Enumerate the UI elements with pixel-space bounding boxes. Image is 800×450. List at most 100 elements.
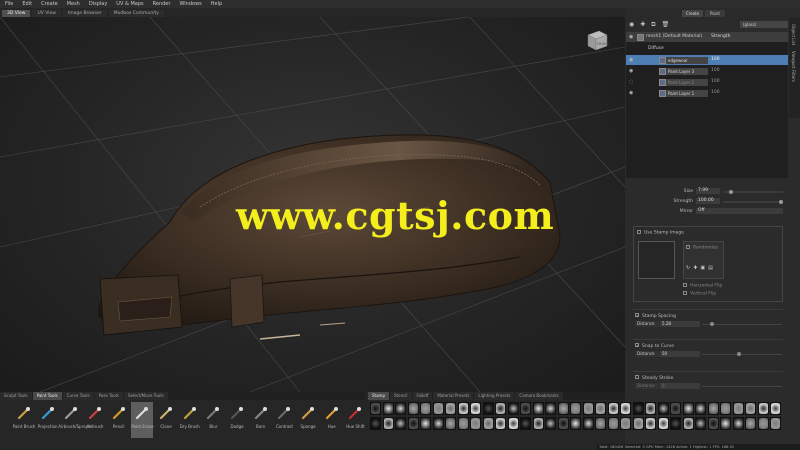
tool-airbrush-sprayer[interactable]: Airbrush/Sprayer [58, 402, 92, 438]
tool-burn[interactable]: Burn [250, 402, 272, 438]
stamp-thumbnail[interactable] [670, 402, 681, 415]
stamp-thumbnail[interactable] [582, 417, 594, 430]
stamp-thumbnail[interactable] [657, 402, 669, 415]
stamp-thumbnail[interactable] [507, 417, 519, 430]
stamp-thumbnail[interactable] [457, 417, 469, 430]
slider-knob[interactable] [729, 190, 733, 194]
stamp-thumbnail[interactable] [495, 417, 506, 430]
size-field[interactable]: 7.99 [696, 188, 720, 194]
stamp-action-icons[interactable]: ↻✚▣▤ [686, 265, 716, 271]
slider-knob[interactable] [779, 200, 783, 204]
tab-object-list[interactable]: Object List [791, 24, 796, 45]
stamp-thumbnail[interactable] [395, 417, 406, 430]
tab-viewport-filters[interactable]: Viewport Filters [791, 51, 796, 82]
duplicate-icon[interactable]: ⧉ [651, 21, 655, 29]
stamp-thumbnail[interactable] [545, 417, 556, 430]
snap-to-curve-value[interactable]: 50 [660, 351, 700, 357]
menu-item-uv-maps[interactable]: UV & Maps [116, 1, 143, 7]
shelf-tab-sculpt-tools[interactable]: Sculpt Tools [0, 392, 32, 400]
shelf-tab-select-move-tools[interactable]: Select/Move Tools [123, 392, 168, 400]
size-slider[interactable] [723, 190, 783, 194]
stamp-thumbnail[interactable] [370, 417, 381, 430]
stamp-thumbnail[interactable] [532, 402, 544, 415]
steady-stroke-checkbox[interactable]: Steady Stroke [635, 375, 673, 381]
stamp-thumbnail[interactable] [482, 417, 494, 430]
tab-3d-view[interactable]: 3D View [2, 10, 31, 17]
tab-paint[interactable]: Paint [705, 10, 725, 17]
menu-item-windows[interactable]: Windows [179, 1, 201, 7]
stamp-thumbnail[interactable] [407, 417, 419, 430]
tray-tab-stencil[interactable]: Stencil [390, 392, 412, 400]
checkbox-box[interactable] [686, 245, 690, 249]
tab-image-browser[interactable]: Image Browser [62, 10, 107, 17]
stamp-preview[interactable] [638, 241, 675, 279]
tool-contrast[interactable]: Contrast [273, 402, 295, 438]
stamp-thumbnail[interactable] [620, 402, 631, 415]
stamp-thumbnail[interactable] [407, 402, 419, 415]
stamp-spacing-value[interactable]: 5.28 [660, 321, 700, 327]
tool-paint-erase[interactable]: Paint Erase [131, 402, 154, 438]
checkbox-box[interactable] [683, 283, 687, 287]
menu-item-display[interactable]: Display [89, 1, 107, 7]
stamp-thumbnail[interactable] [682, 402, 694, 415]
layer-name-field[interactable]: Paint Layer 1 [666, 89, 708, 97]
layer-opacity[interactable]: 100 [711, 77, 720, 87]
layer-opacity[interactable]: 100 [711, 88, 720, 98]
stamp-thumbnail[interactable] [745, 417, 756, 430]
checkbox-box[interactable] [637, 230, 641, 234]
stamp-thumbnail[interactable] [420, 402, 431, 415]
horizontal-flip-checkbox[interactable]: Horizontal Flip [683, 283, 722, 290]
channel-dropdown[interactable]: (glass) [740, 21, 788, 28]
tool-hue-shift[interactable]: Hue Shift [344, 402, 366, 438]
stamp-thumbnail[interactable] [520, 402, 531, 415]
stamp-thumbnail[interactable] [557, 417, 569, 430]
tool-hue[interactable]: Hue [321, 402, 343, 438]
stamp-thumbnail[interactable] [632, 417, 644, 430]
stamp-thumbnail[interactable] [557, 402, 569, 415]
stamp-thumbnail[interactable] [520, 417, 531, 430]
stamp-spacing-checkbox[interactable]: ✓ Stamp Spacing [635, 313, 676, 319]
stamp-thumbnail[interactable] [432, 417, 444, 430]
stamp-thumbnail[interactable] [607, 417, 619, 430]
menu-item-create[interactable]: Create [41, 1, 58, 7]
tool-paint-brush[interactable]: Paint Brush [13, 402, 35, 438]
layer-row[interactable]: ○ Paint Layer 2 100 [626, 77, 788, 87]
tray-tab-material-presets[interactable]: Material Presets [433, 392, 474, 400]
stamp-thumbnail[interactable] [632, 402, 644, 415]
stamp-thumbnail[interactable] [432, 402, 444, 415]
slider-knob[interactable] [737, 352, 741, 356]
stamp-thumbnail[interactable] [707, 402, 719, 415]
stamp-thumbnail[interactable] [732, 402, 744, 415]
strength-field[interactable]: 100.00 [696, 198, 720, 204]
tab-create[interactable]: Create [682, 10, 703, 17]
stamp-thumbnail[interactable] [482, 402, 494, 415]
menu-item-file[interactable]: File [5, 1, 13, 7]
menu-item-render[interactable]: Render [153, 1, 171, 7]
stamp-thumbnail[interactable] [532, 417, 544, 430]
layer-name-field[interactable]: edgewear [666, 56, 708, 64]
layer-header[interactable]: ◉ mesh1 (Default Material) Strength [626, 32, 788, 42]
stamp-thumbnail[interactable] [570, 402, 581, 415]
delete-icon[interactable]: 🗑 [662, 21, 670, 29]
tray-tab-falloff[interactable]: Falloff [412, 392, 433, 400]
stamp-thumbnail[interactable] [495, 402, 506, 415]
eye-icon[interactable]: ◉ [629, 66, 633, 76]
tool-pencil[interactable]: Pencil [108, 402, 130, 438]
randomize-checkbox[interactable]: Randomize [686, 245, 718, 252]
stamp-thumbnail[interactable] [620, 417, 631, 430]
checkbox-box[interactable] [683, 291, 687, 295]
menu-item-help[interactable]: Help [211, 1, 222, 7]
layer-opacity[interactable]: 100 [711, 66, 720, 76]
snap-to-curve-slider[interactable] [702, 354, 782, 355]
stamp-thumbnail[interactable] [707, 417, 719, 430]
stamp-thumbnail[interactable] [395, 402, 406, 415]
tool-sponge[interactable]: Sponge [297, 402, 319, 438]
stamp-thumbnail[interactable] [445, 417, 456, 430]
stamp-thumbnail[interactable] [732, 417, 744, 430]
tool-clone[interactable]: Clone [155, 402, 177, 438]
strength-slider[interactable] [723, 200, 783, 204]
steady-stroke-slider[interactable] [702, 386, 782, 387]
stamp-thumbnail[interactable] [420, 417, 431, 430]
stamp-thumbnail[interactable] [582, 402, 594, 415]
stamp-thumbnail[interactable] [695, 402, 706, 415]
